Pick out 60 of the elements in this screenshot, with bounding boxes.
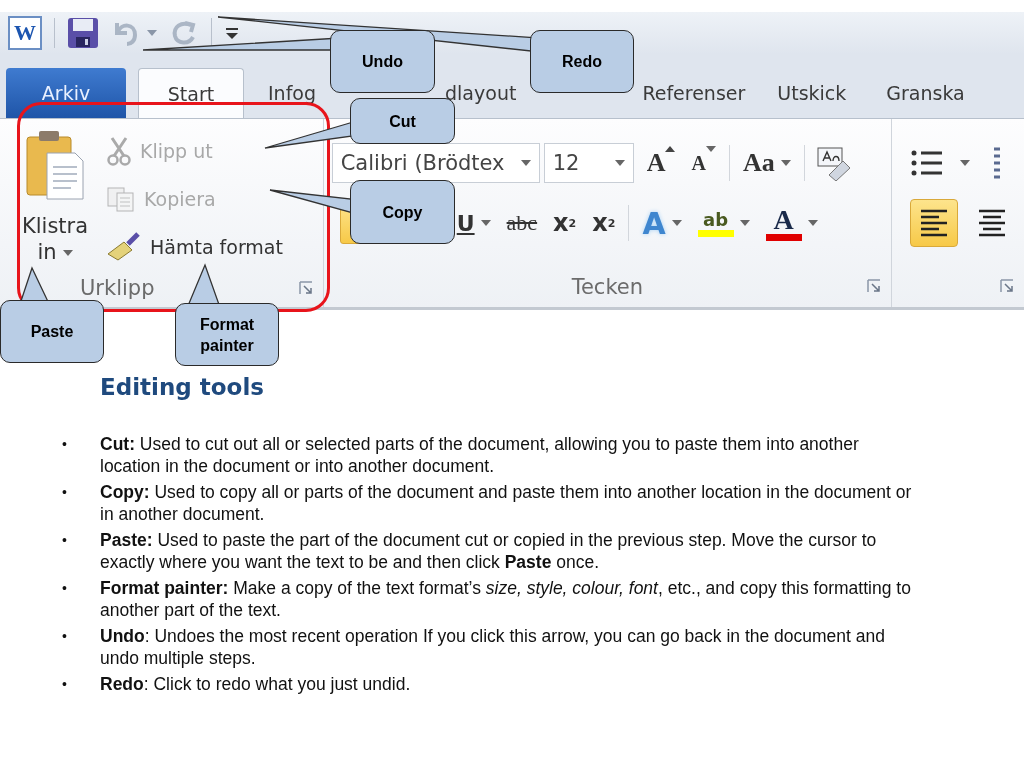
- ribbon-tab[interactable]: Infog: [260, 68, 325, 118]
- ribbon-tab[interactable]: Referenser: [634, 68, 754, 118]
- caret-icon: [705, 146, 716, 152]
- bullet-text: Undo: Undoes the most recent operation If you click this arrow, you can go back in the document and undo multiple steps.: [100, 626, 886, 669]
- callout-label: Undo: [330, 30, 435, 93]
- caret-icon: [960, 160, 970, 166]
- bullet: •: [62, 627, 68, 646]
- clipboard-icon: [25, 129, 85, 201]
- callout-label: Redo: [530, 30, 634, 93]
- app-logo-icon[interactable]: W: [8, 16, 42, 50]
- caret-icon: [62, 250, 73, 256]
- bullet-text: Copy: Used to copy all or parts of the document and paste them into another location in the document or in another document.: [100, 482, 913, 525]
- ribbon-tab[interactable]: Granska: [878, 68, 973, 118]
- font-size-field[interactable]: 12: [543, 143, 634, 183]
- bullet-text: Paste: Used to paste the part of the document cut or copied in the previous step. Move the cursor to exactly where you want the text to be and then click Paste once.: [100, 530, 878, 573]
- bullet: •: [62, 579, 68, 598]
- font-color-button[interactable]: A: [762, 202, 821, 244]
- dialog-launcher-icon[interactable]: [1000, 279, 1014, 293]
- bullet: •: [62, 483, 68, 502]
- highlight-button[interactable]: ab: [694, 202, 753, 244]
- ribbon-tab[interactable]: Utskick: [769, 68, 855, 118]
- dialog-launcher-icon[interactable]: [298, 281, 313, 295]
- caret-icon: [739, 220, 750, 226]
- customize-menu-icon[interactable]: [224, 25, 240, 41]
- grow-font-button[interactable]: A: [643, 142, 679, 184]
- font-name-field[interactable]: Calibri (Brödtex: [331, 143, 540, 183]
- caret-icon: [780, 160, 791, 166]
- bullet: •: [62, 675, 68, 694]
- ribbon-tab[interactable]: Arkiv: [6, 68, 126, 118]
- change-case-button[interactable]: Aa: [739, 142, 794, 184]
- bulleted-list-icon[interactable]: [910, 148, 944, 178]
- ribbon-tab[interactable]: Start: [138, 68, 244, 118]
- group-label: Tecken: [571, 275, 644, 299]
- copy-icon: [106, 185, 136, 213]
- align-left-button[interactable]: [910, 199, 958, 247]
- clear-formatting-icon[interactable]: [814, 145, 851, 181]
- caret-icon: [480, 220, 491, 226]
- caret-icon: [807, 220, 818, 226]
- shrink-font-button[interactable]: A: [688, 142, 719, 184]
- bullet-text: Redo: Click to redo what you just undid.: [100, 674, 412, 696]
- callout-label: Copy: [350, 180, 455, 244]
- strikethrough-button[interactable]: abc: [503, 202, 541, 244]
- caret-icon: [671, 220, 682, 226]
- bullet-text: Cut: Used to cut out all or selected parts of the document, allowing you to paste them into another location in the document or into another document.: [100, 434, 860, 477]
- text-effects-button[interactable]: A: [639, 202, 685, 244]
- format-painter-button[interactable]: Hämta format: [102, 225, 287, 269]
- caret-icon: [614, 160, 625, 166]
- dialog-launcher-icon[interactable]: [867, 279, 881, 293]
- bullet: •: [62, 435, 68, 454]
- caret-icon: [665, 146, 676, 152]
- caret-icon: [520, 160, 531, 166]
- slide-heading: Editing tools: [100, 374, 265, 400]
- paintbrush-icon: [106, 232, 142, 262]
- save-icon[interactable]: [67, 17, 99, 49]
- underline-button[interactable]: U: [453, 202, 494, 244]
- bullet: •: [62, 531, 68, 550]
- script-button[interactable]: x$^{2}$: [589, 202, 619, 244]
- scissors-icon: [106, 136, 132, 166]
- bullet-text: Format painter: Make a copy of the text format’s size, style, colour, font, etc., and copy this formatting to another part of the text.: [100, 578, 912, 621]
- group-label: Urklipp: [80, 276, 155, 300]
